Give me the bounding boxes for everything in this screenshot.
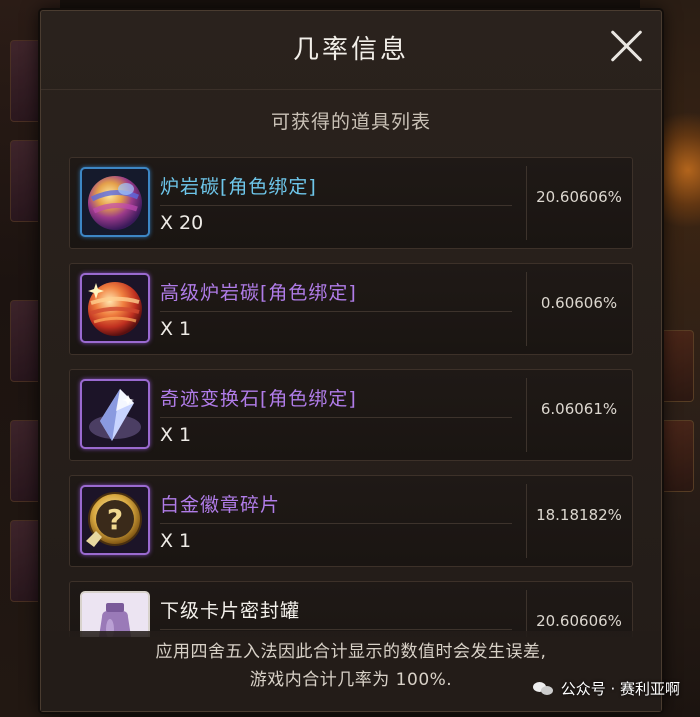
svg-text:?: ? (107, 503, 123, 536)
dialog-title: 几率信息 (292, 35, 409, 65)
advanced-lava-orb-icon (80, 273, 150, 343)
list-item: ? 白金徽章碎片 X 1 18.18182% (69, 475, 633, 567)
item-list-subtitle: 可获得的道具列表 (270, 111, 431, 133)
item-separator (160, 417, 512, 418)
probability-info-dialog: 几率信息 可获得的道具列表 炉岩碳[角色绑定] X 20 20.60606% 高… (40, 10, 662, 712)
item-quantity: X 1 (160, 530, 192, 552)
item-separator (160, 629, 512, 630)
watermark: 公众号 · 赛利亚啊 (532, 678, 680, 699)
item-probability: 0.60606% (540, 294, 618, 312)
item-probability: 20.60606% (536, 188, 622, 206)
disclaimer-line-1: 应用四舍五入法因此合计显示的数值时会发生误差, (155, 642, 547, 662)
disclaimer-footer: 应用四舍五入法因此合计显示的数值时会发生误差, 游戏内合计几率为 100%. (41, 631, 661, 711)
lava-orb-icon (80, 167, 150, 237)
item-quantity: X 1 (160, 318, 192, 340)
item-name: 奇迹变换石[角色绑定] (160, 388, 357, 410)
item-probability: 20.60606% (536, 612, 622, 630)
list-item: 炉岩碳[角色绑定] X 20 20.60606% (69, 157, 633, 249)
item-quantity: X 1 (160, 424, 192, 446)
item-separator (160, 523, 512, 524)
dialog-header: 几率信息 (41, 11, 661, 90)
item-name: 高级炉岩碳[角色绑定] (160, 282, 357, 304)
mystery-badge-icon: ? (80, 485, 150, 555)
item-probability: 18.18182% (536, 506, 622, 524)
item-name: 下级卡片密封罐 (160, 600, 301, 622)
item-list[interactable]: 炉岩碳[角色绑定] X 20 20.60606% 高级炉岩碳[角色绑定] X 1… (69, 153, 633, 637)
item-separator (160, 311, 512, 312)
close-button[interactable] (609, 29, 643, 63)
item-name: 炉岩碳[角色绑定] (160, 176, 317, 198)
item-probability: 6.06061% (540, 400, 618, 418)
item-name: 白金徽章碎片 (160, 494, 281, 516)
list-item: 奇迹变换石[角色绑定] X 1 6.06061% (69, 369, 633, 461)
wechat-icon (532, 680, 555, 697)
watermark-text: 公众号 · 赛利亚啊 (560, 680, 680, 698)
list-item: 下级卡片密封罐 20.60606% (69, 581, 633, 637)
item-quantity: X 20 (160, 212, 204, 234)
item-separator (160, 205, 512, 206)
crystal-icon (80, 379, 150, 449)
list-item: 高级炉岩碳[角色绑定] X 1 0.60606% (69, 263, 633, 355)
